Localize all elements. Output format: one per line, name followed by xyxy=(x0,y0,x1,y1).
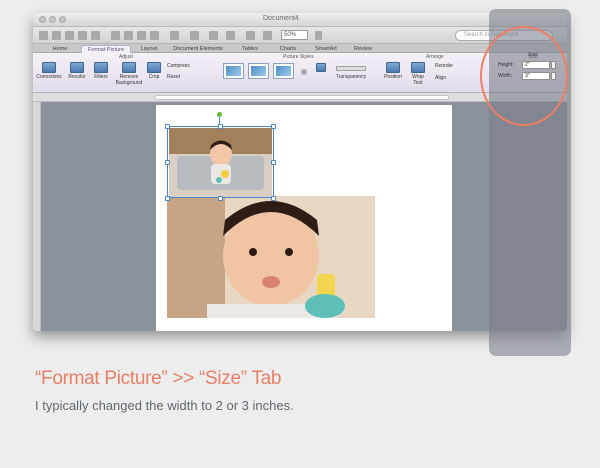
crop-icon xyxy=(147,62,161,73)
compress-button[interactable]: Compress xyxy=(167,63,201,69)
picture-border-icon xyxy=(316,63,326,72)
caption-title: “Format Picture” >> “Size” Tab xyxy=(35,368,282,389)
document-title: Document4 xyxy=(263,15,299,22)
open-icon[interactable] xyxy=(65,31,74,40)
transparency-slider-icon xyxy=(336,66,366,71)
picture-style-1-swatch xyxy=(226,66,241,76)
picture-selection-frame[interactable] xyxy=(167,126,274,198)
position-label: Position xyxy=(384,74,402,80)
resize-handle-top[interactable] xyxy=(218,124,223,129)
save-icon[interactable] xyxy=(78,31,87,40)
wrap-text-icon xyxy=(411,62,425,73)
resize-handle-top-right[interactable] xyxy=(271,124,276,129)
tab-home[interactable]: Home xyxy=(41,45,79,53)
ruler-track[interactable] xyxy=(155,95,449,100)
close-window-button[interactable] xyxy=(39,16,46,23)
tab-smartart[interactable]: SmartArt xyxy=(308,45,344,53)
baby-photo-large[interactable] xyxy=(167,196,375,318)
format-painter-icon[interactable] xyxy=(150,31,159,40)
help-icon[interactable] xyxy=(315,31,322,40)
wrap-text-label: Wrap Text xyxy=(412,74,424,86)
paste-icon[interactable] xyxy=(137,31,146,40)
redo-icon[interactable] xyxy=(190,31,199,40)
print-icon[interactable] xyxy=(91,31,100,40)
group-label-arrange: Arrange xyxy=(426,54,444,60)
reorder-button[interactable]: Reorder xyxy=(435,63,469,69)
title-bar: Document4 xyxy=(33,13,567,27)
baby-photo-large-drawing xyxy=(167,196,375,318)
picture-style-1[interactable] xyxy=(223,63,244,79)
wrap-text-button[interactable]: Wrap Text xyxy=(407,62,429,86)
picture-style-3[interactable] xyxy=(273,63,294,79)
filters-icon xyxy=(94,62,108,73)
resize-handle-right[interactable] xyxy=(271,160,276,165)
reset-label: Reset xyxy=(167,74,181,80)
zoom-window-button[interactable] xyxy=(59,16,66,23)
filters-button[interactable]: Filters xyxy=(91,62,111,80)
corrections-label: Corrections xyxy=(36,74,62,80)
insert-table-icon[interactable] xyxy=(226,31,235,40)
copy-icon[interactable] xyxy=(124,31,133,40)
position-icon xyxy=(386,62,400,73)
filters-label: Filters xyxy=(94,74,108,80)
resize-handle-bottom[interactable] xyxy=(218,196,223,201)
corrections-button[interactable]: Corrections xyxy=(35,62,63,80)
group-label-adjust: Adjust xyxy=(119,54,133,60)
tab-format-picture[interactable]: Format Picture xyxy=(81,45,131,53)
transparency-control[interactable]: Transparency xyxy=(333,62,369,80)
picture-style-2-swatch xyxy=(251,66,266,76)
zoom-field[interactable]: 50% xyxy=(281,30,308,40)
reset-button[interactable]: Reset xyxy=(167,74,201,80)
remove-background-button[interactable]: Remove Background xyxy=(115,62,143,86)
undo-icon[interactable] xyxy=(170,31,179,40)
more-styles-icon[interactable] xyxy=(301,69,307,75)
standard-toolbar: 50% Search in Document xyxy=(33,27,567,44)
picture-style-2[interactable] xyxy=(248,63,269,79)
position-button[interactable]: Position xyxy=(383,62,403,80)
resize-handle-left[interactable] xyxy=(165,160,170,165)
group-label-picture-styles: Picture Styles xyxy=(283,54,314,60)
picture-style-3-swatch xyxy=(276,66,291,76)
align-button[interactable]: Align xyxy=(435,75,469,81)
tab-charts[interactable]: Charts xyxy=(271,45,305,53)
crop-label: Crop xyxy=(148,74,160,80)
tab-tables[interactable]: Tables xyxy=(232,45,268,53)
resize-handle-bottom-left[interactable] xyxy=(165,196,170,201)
tab-document-elements[interactable]: Document Elements xyxy=(167,45,229,53)
align-label: Align xyxy=(435,75,447,81)
templates-icon[interactable] xyxy=(52,31,61,40)
picture-border-button[interactable] xyxy=(313,63,329,73)
recolor-icon xyxy=(70,62,84,73)
minimize-window-button[interactable] xyxy=(49,16,56,23)
transparency-label: Transparency xyxy=(335,74,367,80)
resize-handle-top-left[interactable] xyxy=(165,124,170,129)
tab-review[interactable]: Review xyxy=(347,45,379,53)
rotation-handle[interactable] xyxy=(217,112,222,117)
resize-handle-bottom-right[interactable] xyxy=(271,196,276,201)
window-controls xyxy=(39,16,66,23)
recolor-label: Recolor xyxy=(68,74,86,80)
callout-ring xyxy=(480,26,568,126)
crop-button[interactable]: Crop xyxy=(145,62,163,80)
tab-layout[interactable]: Layout xyxy=(134,45,164,53)
remove-background-icon xyxy=(122,62,136,73)
reorder-label: Reorder xyxy=(435,63,454,69)
vertical-ruler xyxy=(33,102,41,331)
caption-subtitle: I typically changed the width to 2 or 3 … xyxy=(35,398,294,413)
sidebar-icon[interactable] xyxy=(263,31,272,40)
new-document-icon[interactable] xyxy=(39,31,48,40)
pilcrow-icon[interactable] xyxy=(209,31,218,40)
recolor-button[interactable]: Recolor xyxy=(65,62,89,80)
remove-background-label: Remove Background xyxy=(115,74,143,86)
corrections-icon xyxy=(42,62,56,73)
columns-icon[interactable] xyxy=(246,31,255,40)
compress-label: Compress xyxy=(167,63,190,69)
cut-icon[interactable] xyxy=(111,31,120,40)
